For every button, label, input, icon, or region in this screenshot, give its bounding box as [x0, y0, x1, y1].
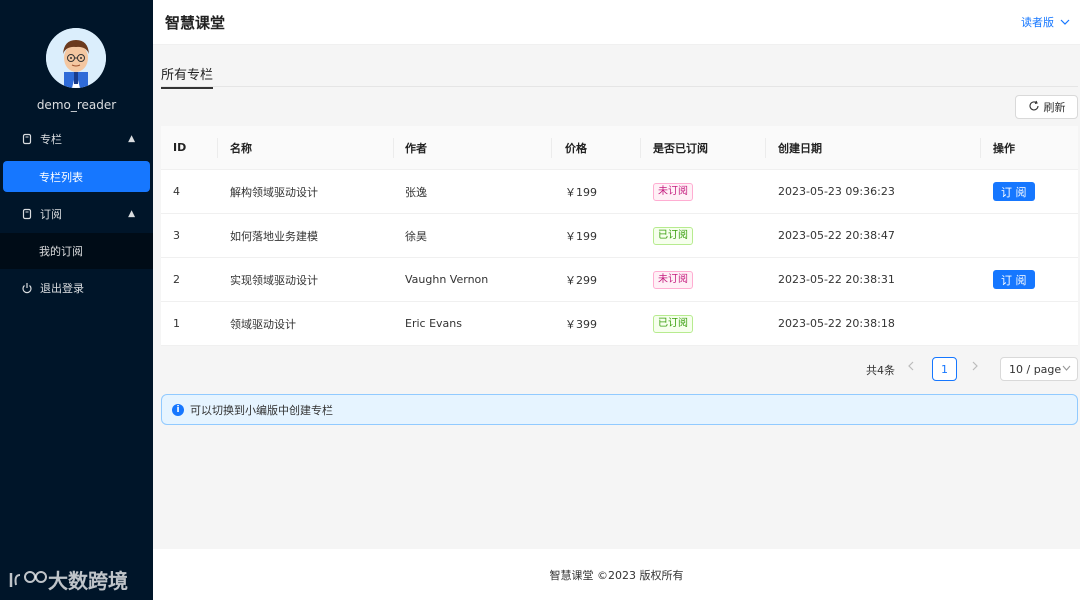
column-header-subscribed: 是否已订阅 — [653, 141, 708, 155]
column-header-price: 价格 — [565, 141, 587, 155]
app-title: 智慧课堂 — [165, 14, 226, 32]
cell-price: ￥199 — [565, 185, 597, 199]
power-icon — [20, 282, 34, 294]
column-header-author: 作者 — [405, 141, 427, 155]
refresh-button[interactable]: 刷新 — [1015, 95, 1078, 119]
logout-label: 退出登录 — [40, 282, 84, 295]
watermark-logo: 大数跨境 — [8, 565, 128, 594]
tab-divider — [161, 86, 1078, 87]
username: demo_reader — [36, 98, 117, 112]
subscribe-icon — [20, 208, 34, 220]
cell-status: 未订阅 — [653, 170, 693, 213]
chevron-down-icon — [1062, 364, 1071, 374]
column-header-action: 操作 — [993, 141, 1015, 155]
cell-date: 2023-05-22 20:38:18 — [778, 317, 895, 330]
footer: 智慧课堂 ©2023 版权所有 — [153, 549, 1080, 600]
cell-price: ￥299 — [565, 273, 597, 287]
book-icon — [20, 133, 34, 145]
columns-table: ID 名称 作者 价格 是否已订阅 创建日期 操作 4 解构领域驱动设计 张逸 … — [161, 126, 1078, 346]
status-badge: 未订阅 — [653, 270, 693, 289]
table-row: 2 实现领域驱动设计 Vaughn Vernon ￥299 未订阅 2023-0… — [161, 258, 1078, 302]
cell-price: ￥199 — [565, 229, 597, 243]
table-row: 3 如何落地业务建模 徐昊 ￥199 已订阅 2023-05-22 20:38:… — [161, 214, 1078, 258]
pagination-next-button[interactable] — [971, 361, 979, 374]
pagination-total: 共4条 — [866, 364, 895, 377]
pagination-prev-button[interactable] — [907, 361, 915, 374]
table-header: ID 名称 作者 价格 是否已订阅 创建日期 操作 — [161, 126, 1078, 170]
cell-date: 2023-05-22 20:38:31 — [778, 273, 895, 286]
header-separator — [217, 138, 218, 158]
avatar[interactable] — [46, 28, 106, 88]
cell-id: 2 — [173, 273, 180, 286]
cell-date: 2023-05-23 09:36:23 — [778, 185, 895, 198]
status-badge: 未订阅 — [653, 182, 693, 201]
menu-group-label: 专栏 — [40, 133, 62, 146]
cell-status: 已订阅 — [653, 302, 693, 345]
pagination-page-button[interactable]: 1 — [932, 357, 957, 381]
logo-text: 大数跨境 — [48, 569, 128, 593]
cell-id: 3 — [173, 229, 180, 242]
info-alert: i 可以切换到小编版中创建专栏 — [161, 394, 1078, 425]
logo-icon — [9, 570, 47, 587]
menu-item-my-subscriptions[interactable]: 我的订阅 — [0, 233, 153, 269]
cell-name: 如何落地业务建模 — [230, 229, 318, 243]
header: 智慧课堂 读者版 — [153, 0, 1080, 45]
cell-id: 4 — [173, 185, 180, 198]
status-badge: 已订阅 — [653, 226, 693, 245]
chevron-up-icon: ▲ — [128, 134, 135, 144]
cell-author: 张逸 — [405, 185, 427, 199]
menu-item-columns-list[interactable]: 专栏列表 — [3, 161, 150, 192]
page-size-value: 10 / page — [1009, 362, 1062, 376]
column-header-name: 名称 — [230, 141, 252, 155]
chevron-up-icon: ▲ — [128, 209, 135, 219]
cell-author: Eric Evans — [405, 317, 462, 330]
menu-group-columns[interactable]: 专栏 ▲ — [0, 122, 153, 156]
menu-item-logout[interactable]: 退出登录 — [0, 271, 153, 305]
cell-name: 领域驱动设计 — [230, 317, 296, 331]
header-separator — [393, 138, 394, 158]
cell-date: 2023-05-22 20:38:47 — [778, 229, 895, 242]
cell-action: 订 阅 — [993, 258, 1035, 301]
table-row: 4 解构领域驱动设计 张逸 ￥199 未订阅 2023-05-23 09:36:… — [161, 170, 1078, 214]
table-row: 1 领域驱动设计 Eric Evans ￥399 已订阅 2023-05-22 … — [161, 302, 1078, 346]
cell-id: 1 — [173, 317, 180, 330]
cell-author: 徐昊 — [405, 229, 427, 243]
menu-group-label: 订阅 — [40, 208, 62, 221]
header-separator — [980, 138, 981, 158]
refresh-label: 刷新 — [1043, 101, 1066, 114]
cell-price: ￥399 — [565, 317, 597, 331]
info-icon: i — [172, 403, 184, 416]
role-label: 读者版 — [1021, 16, 1054, 29]
cell-action: 订 阅 — [993, 170, 1035, 213]
cell-name: 解构领域驱动设计 — [230, 185, 318, 199]
header-separator — [551, 138, 552, 158]
column-header-created: 创建日期 — [778, 141, 822, 155]
chevron-left-icon — [908, 361, 914, 371]
alert-message: 可以切换到小编版中创建专栏 — [190, 403, 333, 417]
chevron-right-icon — [972, 361, 978, 371]
status-badge: 已订阅 — [653, 314, 693, 333]
role-switch-dropdown[interactable]: 读者版 — [1021, 14, 1070, 30]
cell-name: 实现领域驱动设计 — [230, 273, 318, 287]
chevron-down-icon — [1060, 17, 1070, 28]
page-size-select[interactable]: 10 / page — [1000, 357, 1078, 381]
header-separator — [640, 138, 641, 158]
subscribe-button[interactable]: 订 阅 — [993, 270, 1035, 289]
cell-author: Vaughn Vernon — [405, 273, 489, 286]
refresh-icon — [1028, 100, 1040, 115]
header-separator — [765, 138, 766, 158]
subscribe-button[interactable]: 订 阅 — [993, 182, 1035, 201]
menu-group-subscribe[interactable]: 订阅 ▲ — [0, 197, 153, 231]
cell-status: 未订阅 — [653, 258, 693, 301]
sidebar: demo_reader 专栏 ▲ 专栏列表 订阅 ▲ 我的订阅 退出登录 大数跨… — [0, 0, 153, 600]
cell-status: 已订阅 — [653, 214, 693, 257]
column-header-id: ID — [173, 141, 187, 154]
